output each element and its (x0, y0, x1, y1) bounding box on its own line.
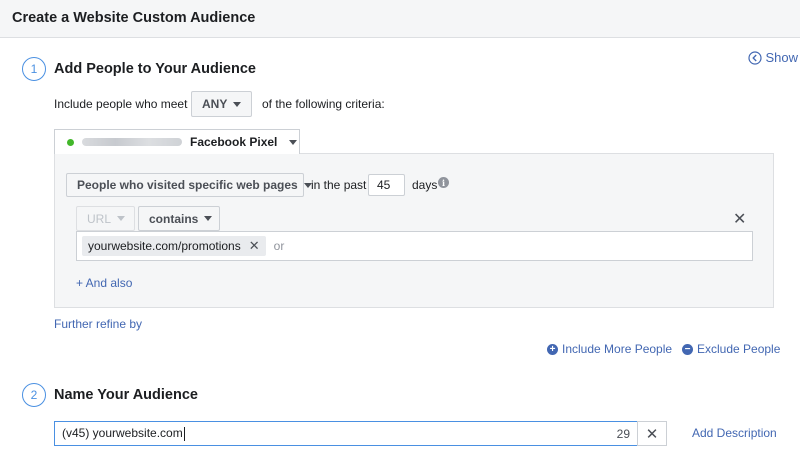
operator-dropdown[interactable]: contains (138, 206, 220, 231)
remove-token-close-icon[interactable]: ✕ (249, 238, 260, 254)
page-title: Create a Website Custom Audience (12, 10, 256, 26)
minus-circle-icon: − (682, 343, 693, 355)
match-dropdown[interactable]: ANY (191, 91, 253, 117)
caret-down-icon (233, 101, 242, 107)
audience-name-input[interactable]: (v45) yourwebsite.com 29 (54, 421, 638, 446)
pixel-name: Facebook Pixel (190, 135, 278, 149)
caret-down-icon (117, 216, 126, 221)
days-value: 45 (377, 178, 391, 192)
event-dropdown[interactable]: People who visited specific web pages (66, 173, 312, 197)
step-1-circle: 1 (22, 57, 46, 81)
include-prefix: Include people who meet (54, 97, 188, 111)
step-1-title: Add People to Your Audience (54, 61, 256, 77)
include-more-people-button[interactable]: + Include More People (547, 342, 672, 356)
caret-down-icon (204, 216, 213, 221)
exclude-people-button[interactable]: − Exclude People (682, 342, 780, 356)
and-also-link[interactable]: + And also (76, 276, 132, 290)
days-label: days (412, 178, 438, 192)
clear-name-close-icon[interactable]: ✕ (637, 421, 667, 446)
header-bar: Create a Website Custom Audience (0, 0, 800, 38)
url-token: yourwebsite.com/promotions ✕ (82, 236, 266, 256)
url-field-value: URL (87, 211, 112, 226)
step-2-circle: 2 (22, 383, 46, 407)
url-field-dropdown[interactable]: URL (76, 206, 135, 231)
url-token-text: yourwebsite.com/promotions (88, 239, 241, 253)
in-the-past-label: in the past (311, 178, 367, 192)
or-placeholder: or (273, 239, 285, 253)
add-description-link[interactable]: Add Description (692, 426, 777, 440)
info-icon[interactable]: i (438, 177, 449, 188)
pixel-selector[interactable]: Facebook Pixel (54, 129, 300, 154)
chevron-left-circle-icon (748, 50, 763, 65)
caret-down-icon (289, 139, 298, 145)
match-value: ANY (202, 97, 228, 111)
redacted-pixel-id (82, 138, 182, 146)
include-suffix: of the following criteria: (262, 97, 385, 111)
days-input[interactable]: 45 (368, 174, 405, 196)
exclude-label: Exclude People (697, 342, 781, 356)
include-more-label: Include More People (562, 342, 673, 356)
plus-circle-icon: + (547, 343, 558, 355)
event-value: People who visited specific web pages (77, 178, 298, 192)
show-label: Show (765, 50, 798, 65)
step-2-title: Name Your Audience (54, 387, 198, 403)
show-link[interactable]: Show (748, 50, 798, 65)
pixel-status-icon (67, 138, 74, 146)
audience-name-value: (v45) yourwebsite.com (62, 426, 183, 441)
char-count: 29 (616, 426, 630, 441)
operator-value: contains (149, 211, 199, 226)
remove-rule-close-icon[interactable]: ✕ (733, 212, 746, 228)
further-refine-link[interactable]: Further refine by (54, 317, 142, 331)
url-token-input[interactable]: yourwebsite.com/promotions ✕ or (76, 231, 753, 261)
text-cursor (183, 426, 185, 441)
